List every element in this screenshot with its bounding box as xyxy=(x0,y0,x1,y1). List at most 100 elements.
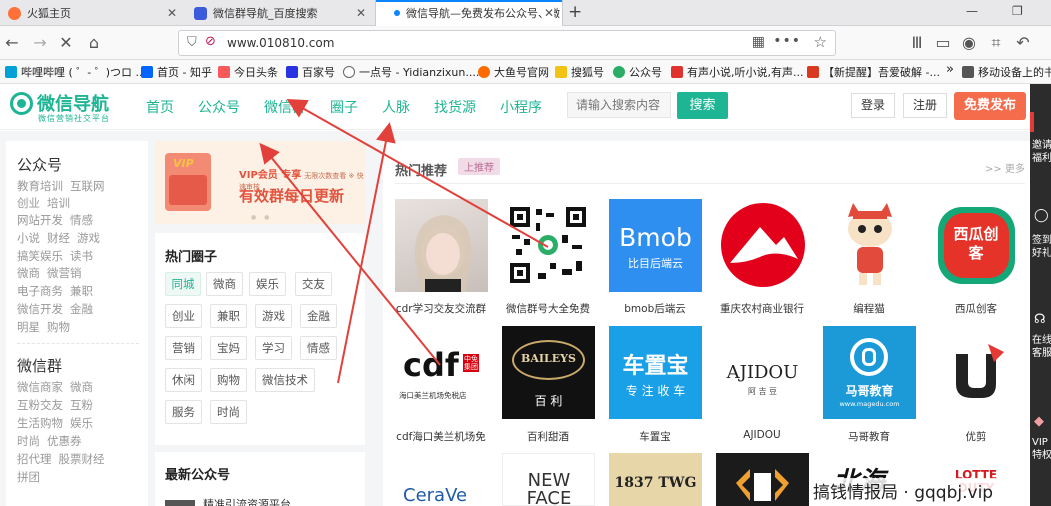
bookmark-star-icon[interactable]: ☆ xyxy=(814,33,827,51)
card-label[interactable]: 优剪 xyxy=(920,429,1032,444)
circle-tag[interactable]: 休闲 xyxy=(165,368,202,392)
bookmark-yidian[interactable]: 一点号 - Yidianzixun.... xyxy=(343,64,479,80)
shield-icon[interactable]: ⛉ xyxy=(187,35,197,50)
category-link[interactable]: 明星 xyxy=(17,320,40,334)
account-icon[interactable]: ◉ xyxy=(959,33,979,52)
nav-zhaohuoyuan[interactable]: 找货源 xyxy=(434,97,476,117)
card-image-cdr[interactable] xyxy=(395,199,488,292)
circle-tag[interactable]: 创业 xyxy=(165,304,202,328)
tab-firefox-home[interactable]: 火狐主页 ✕ xyxy=(0,0,185,26)
sidebar-item-vip[interactable]: VIP 特权 xyxy=(1032,436,1051,462)
headset-icon[interactable]: ☊ xyxy=(1034,312,1046,327)
vip-banner[interactable]: VIP会员 专享无限次数查看 ※ 快速审核 有效群每日更新 ● ● xyxy=(155,141,365,224)
category-link[interactable]: 互粉交友 xyxy=(17,398,63,412)
category-link[interactable]: 互联网 xyxy=(70,179,105,193)
card-image-wx-qr[interactable] xyxy=(502,199,595,292)
card-label[interactable]: bmob后端云 xyxy=(599,301,711,316)
category-link[interactable]: 财经 xyxy=(47,231,70,245)
category-link[interactable]: 游戏 xyxy=(77,231,100,245)
undo-icon[interactable]: ↶ xyxy=(1013,33,1033,52)
close-icon[interactable]: ✕ xyxy=(543,6,554,20)
card-image-xigua[interactable]: 西瓜创客 xyxy=(930,199,1023,292)
card-image-bmob[interactable]: Bmob 比目后端云 xyxy=(609,199,702,292)
nav-gongzhonghao[interactable]: 公众号 xyxy=(198,97,240,117)
diamond-icon[interactable]: ◆ xyxy=(1034,414,1044,429)
tab-baidu-search[interactable]: 微信群导航_百度搜索 ✕ xyxy=(186,0,374,26)
circle-tag[interactable]: 宝妈 xyxy=(210,336,247,360)
card-image-youjian[interactable] xyxy=(930,326,1023,419)
circle-tag[interactable]: 金融 xyxy=(300,304,337,328)
library-icon[interactable]: Ⅲ xyxy=(907,33,927,52)
insecure-icon[interactable]: ⊘ xyxy=(205,34,216,49)
category-link[interactable]: 微信商家 xyxy=(17,380,63,394)
stop-icon[interactable]: ✕ xyxy=(56,33,76,52)
card-image-dark-logo[interactable] xyxy=(716,453,809,506)
card-image-ajidou[interactable]: AJIDOU 阿 吉 豆 xyxy=(716,326,809,419)
carousel-dots[interactable]: ● ● xyxy=(251,214,272,221)
card-image-cerave[interactable]: CeraVe xyxy=(395,453,488,506)
circle-tag[interactable]: 游戏 xyxy=(255,304,292,328)
category-link[interactable]: 小说 xyxy=(17,231,40,245)
bookmark-audio-novel[interactable]: 有声小说,听小说,有声... xyxy=(671,64,803,80)
card-image-twg[interactable]: 1837 TWG xyxy=(609,453,702,506)
restore-icon[interactable]: ❐ xyxy=(1012,4,1023,18)
publish-button[interactable]: 免费发布 xyxy=(954,92,1026,120)
card-image-codemao[interactable] xyxy=(823,199,916,292)
category-link[interactable]: 互粉 xyxy=(70,398,93,412)
category-link[interactable]: 微营销 xyxy=(47,266,82,280)
sidebar-item-invite[interactable]: 邀请 福利 xyxy=(1032,139,1051,165)
sidebar-icon[interactable]: ▭ xyxy=(933,33,953,52)
login-button[interactable]: 登录 xyxy=(851,93,895,118)
circle-tag[interactable]: 微商 xyxy=(206,272,243,296)
card-image-cdf[interactable]: cdf 中免集团 海口美兰机场免税店 xyxy=(395,326,488,419)
circle-tag[interactable]: 兼职 xyxy=(210,304,247,328)
nav-home[interactable]: 首页 xyxy=(146,97,174,117)
category-link[interactable]: 股票财经 xyxy=(59,452,105,466)
logo-icon[interactable] xyxy=(10,92,33,115)
category-link[interactable]: 教育培训 xyxy=(17,179,63,193)
bookmark-dayu[interactable]: 大鱼号官网 xyxy=(478,64,549,80)
card-label[interactable]: cdf海口美兰机场免 xyxy=(385,429,497,444)
user-icon[interactable]: ◯ xyxy=(1034,208,1049,223)
circle-tag[interactable]: 交友 xyxy=(295,272,332,296)
screenshot-icon[interactable]: ⌗ xyxy=(986,33,1006,53)
home-icon[interactable]: ⌂ xyxy=(84,33,104,52)
nav-renmai[interactable]: 人脉 xyxy=(382,97,410,117)
category-link[interactable]: 生活购物 xyxy=(17,416,63,430)
register-button[interactable]: 注册 xyxy=(903,93,947,118)
tab-weixin-nav[interactable]: 微信导航—免费发布公众号、微 ✕ xyxy=(375,0,563,26)
card-image-newface[interactable]: NEW FACE xyxy=(502,453,595,506)
search-button[interactable]: 搜索 xyxy=(677,92,728,119)
search-input[interactable] xyxy=(567,92,671,118)
category-link[interactable]: 招代理 xyxy=(17,452,52,466)
forward-icon[interactable]: → xyxy=(30,33,50,52)
circle-tag[interactable]: 娱乐 xyxy=(249,272,286,296)
card-image-cq-bank[interactable] xyxy=(716,199,809,292)
card-image-mage[interactable]: 马哥教育 www.magedu.com xyxy=(823,326,916,419)
card-label[interactable]: 重庆农村商业银行 xyxy=(706,301,818,316)
category-link[interactable]: 读书 xyxy=(70,249,93,263)
card-label[interactable]: 马哥教育 xyxy=(813,429,925,444)
circle-tag[interactable]: 微信技术 xyxy=(255,368,315,392)
category-link[interactable]: 培训 xyxy=(47,196,70,210)
card-label[interactable]: 西瓜创客 xyxy=(920,301,1032,316)
circle-tag[interactable]: 情感 xyxy=(300,336,337,360)
nav-xiaochengxu[interactable]: 小程序 xyxy=(500,97,542,117)
bookmark-mobile[interactable]: 移动设备上的书 xyxy=(962,64,1051,80)
category-link[interactable]: 时尚 xyxy=(17,434,40,448)
card-label[interactable]: cdr学习交友交流群 xyxy=(385,301,497,316)
card-label[interactable]: 车置宝 xyxy=(599,429,711,444)
card-label[interactable]: AJIDOU xyxy=(706,429,818,441)
card-image-chezhibao[interactable]: 车置宝 专 注 收 车 xyxy=(609,326,702,419)
category-link[interactable]: 微商 xyxy=(17,266,40,280)
category-link[interactable]: 网站开发 xyxy=(17,213,63,227)
card-label[interactable]: 微信群号大全免费 xyxy=(492,301,604,316)
bookmark-baijiahao[interactable]: 百家号 xyxy=(286,64,335,80)
circle-tag[interactable]: 服务 xyxy=(165,400,202,424)
circle-tag[interactable]: 购物 xyxy=(210,368,247,392)
bookmark-gongzhonghao[interactable]: 公众号 xyxy=(613,64,662,80)
more-link[interactable]: >> 更多 xyxy=(985,160,1025,175)
category-link[interactable]: 购物 xyxy=(47,320,70,334)
close-icon[interactable]: ✕ xyxy=(356,6,366,20)
url-text[interactable]: www.010810.com xyxy=(227,36,334,50)
